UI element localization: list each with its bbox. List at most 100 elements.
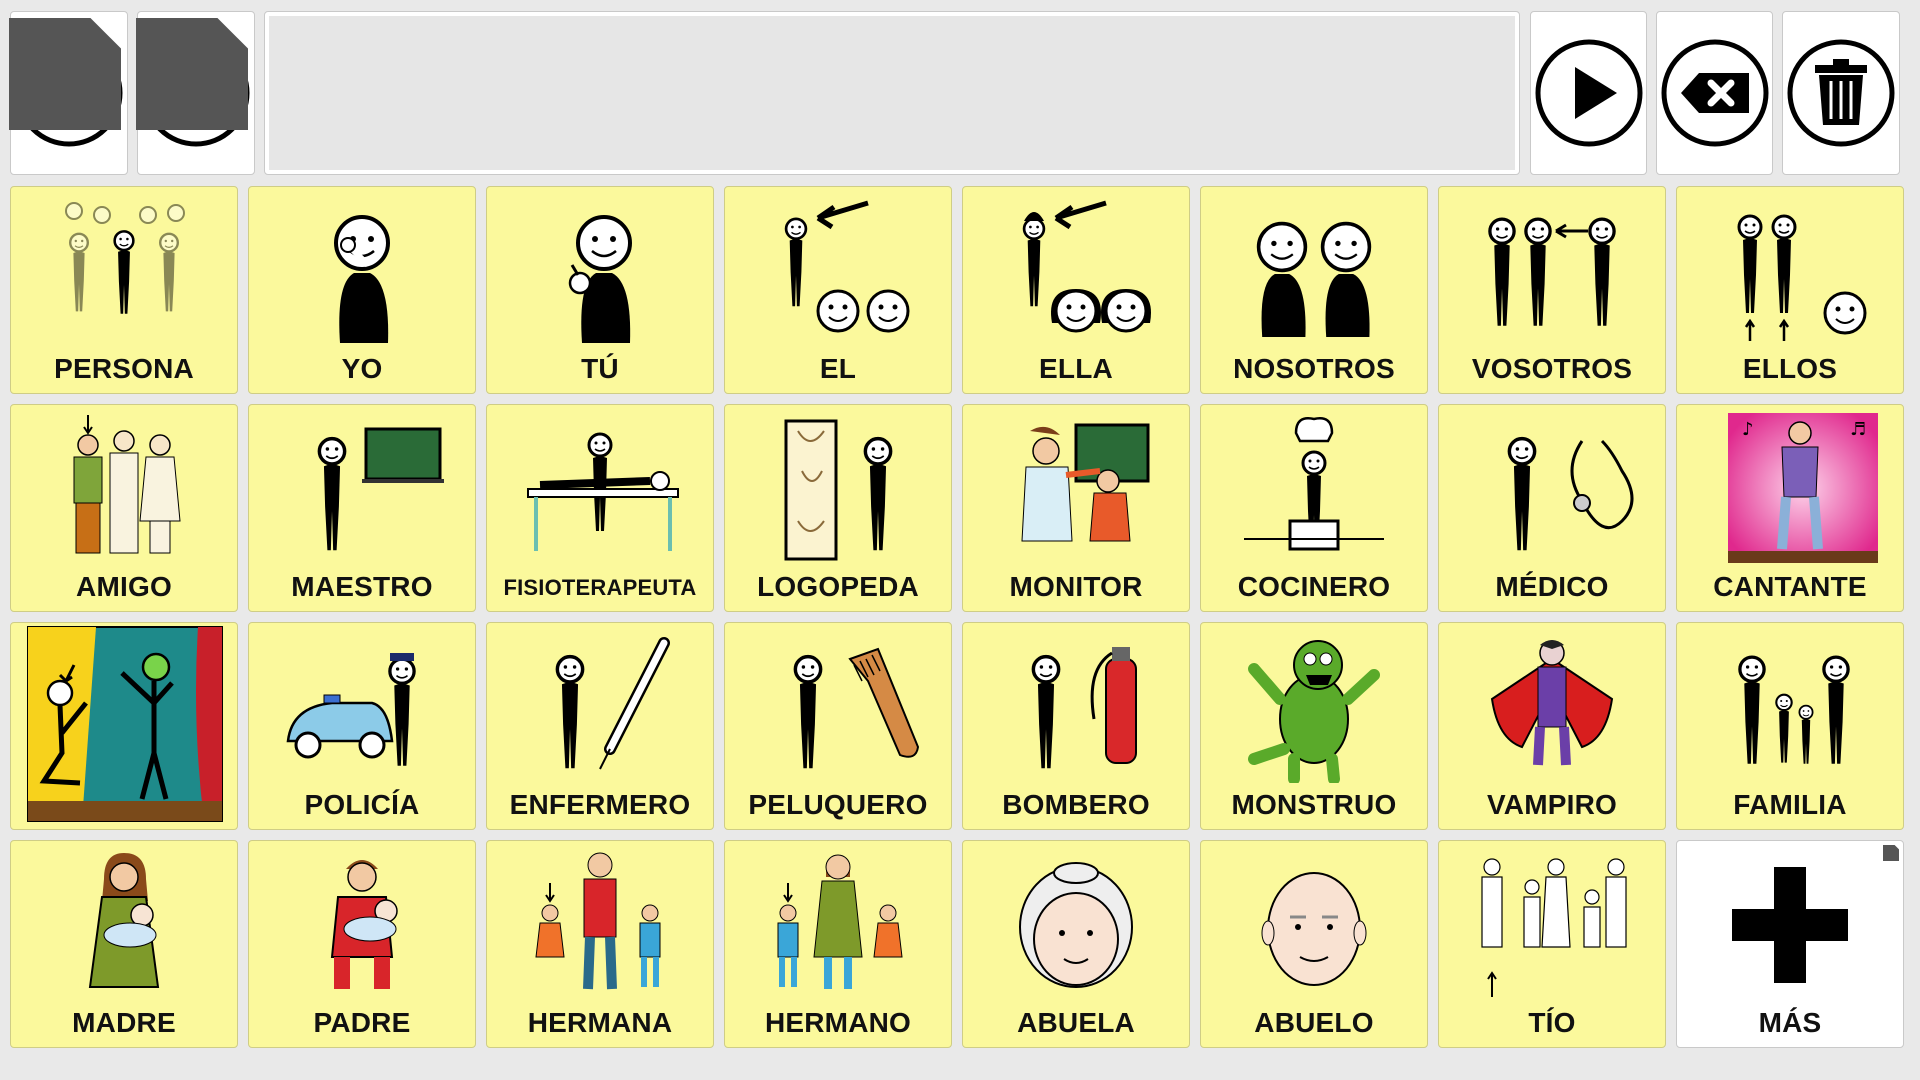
father-icon — [330, 860, 398, 989]
cell-nosotros[interactable]: NOSOTROS — [1200, 186, 1428, 394]
cell-label: MAESTRO — [291, 571, 433, 602]
cell-ella[interactable]: ELLA — [962, 186, 1190, 394]
home-button[interactable] — [9, 11, 128, 175]
cell-label: MADRE — [72, 1007, 176, 1038]
cell-monstruo[interactable]: MONSTRUO — [1200, 622, 1428, 830]
speech-therapist-icon — [784, 419, 893, 561]
cell-ellos[interactable]: ELLOS — [1676, 186, 1904, 394]
cell-peluquero[interactable]: PELUQUERO — [724, 622, 952, 830]
symbol-grid: PERSONA YO TÚ EL ELLA NOSOTROS VOSOTROS … — [10, 186, 1904, 1048]
cell-mas[interactable]: MÁS — [1676, 840, 1904, 1048]
cell-label: VAMPIRO — [1487, 789, 1617, 820]
nurse-icon — [555, 637, 670, 770]
cell-label: AMIGO — [76, 571, 172, 602]
cell-hermana[interactable]: HERMANA — [486, 840, 714, 1048]
cell-label: COCINERO — [1237, 571, 1391, 602]
sentence-bar[interactable] — [264, 11, 1520, 175]
cell-label: HERMANO — [764, 1007, 912, 1038]
cell-abuela[interactable]: ABUELA — [962, 840, 1190, 1048]
cell-actor[interactable] — [10, 622, 238, 830]
grandmother-icon — [1019, 862, 1133, 988]
cell-padre[interactable]: PADRE — [248, 840, 476, 1048]
cell-el[interactable]: EL — [724, 186, 952, 394]
sister-icon — [535, 852, 661, 990]
cell-label: VOSOTROS — [1471, 353, 1633, 384]
cell-label: PADRE — [313, 1007, 411, 1038]
cell-label: FAMILIA — [1733, 789, 1847, 820]
play-button[interactable] — [1530, 11, 1647, 175]
cell-label: PERSONA — [54, 353, 194, 384]
cell-label: MONSTRUO — [1231, 789, 1397, 820]
cell-madre[interactable]: MADRE — [10, 840, 238, 1048]
cell-label: HERMANA — [527, 1007, 673, 1038]
svg-text:♪: ♪ — [1742, 419, 1754, 440]
cell-label: LOGOPEDA — [757, 571, 919, 602]
cell-label: ABUELA — [1017, 1007, 1135, 1038]
cell-policia[interactable]: POLICÍA — [248, 622, 476, 830]
cell-label: CANTANTE — [1713, 571, 1867, 602]
cell-monitor[interactable]: MONITOR — [962, 404, 1190, 612]
cell-label: MÁS — [1758, 1007, 1822, 1038]
backspace-icon — [1661, 39, 1768, 147]
cell-enfermero[interactable]: ENFERMERO — [486, 622, 714, 830]
you-plural-icon — [1488, 217, 1616, 328]
cell-bombero[interactable]: BOMBERO — [962, 622, 1190, 830]
cell-vosotros[interactable]: VOSOTROS — [1438, 186, 1666, 394]
cell-medico[interactable]: MÉDICO — [1438, 404, 1666, 612]
monitor-icon — [1021, 423, 1150, 542]
sentence-text — [269, 16, 1515, 170]
person-pointing-you-icon — [568, 215, 633, 345]
family-icon — [1738, 655, 1850, 766]
cell-cocinero[interactable]: COCINERO — [1200, 404, 1428, 612]
trash-icon — [1787, 39, 1895, 147]
cell-label: NOSOTROS — [1233, 353, 1395, 384]
cell-label: PELUQUERO — [748, 789, 928, 820]
people-group-icon — [65, 202, 185, 316]
svg-text:♬: ♬ — [1850, 419, 1866, 440]
delete-all-button[interactable] — [1782, 11, 1900, 175]
physiotherapist-icon — [527, 432, 679, 551]
cell-abuelo[interactable]: ABUELO — [1200, 840, 1428, 1048]
cell-maestro[interactable]: MAESTRO — [248, 404, 476, 612]
cell-amigo[interactable]: AMIGO — [10, 404, 238, 612]
they-icon — [1737, 214, 1867, 341]
cell-label: TÚ — [581, 353, 619, 384]
cell-label: ABUELO — [1254, 1007, 1374, 1038]
person-pointing-self-icon — [334, 215, 391, 345]
cell-yo[interactable]: YO — [248, 186, 476, 394]
cell-logopeda[interactable]: LOGOPEDA — [724, 404, 952, 612]
he-icon — [784, 200, 910, 333]
cook-icon — [1244, 417, 1384, 551]
cell-label: ELLA — [1039, 353, 1113, 384]
plus-icon — [1732, 867, 1848, 983]
she-icon — [1022, 200, 1151, 333]
firefighter-icon — [1031, 647, 1137, 770]
monster-icon — [1248, 640, 1380, 783]
friends-icon — [73, 415, 181, 554]
cell-label: MÉDICO — [1495, 571, 1609, 602]
vampire-icon — [1490, 640, 1614, 766]
cell-tio[interactable]: TÍO — [1438, 840, 1666, 1048]
actor-stage-icon — [27, 626, 223, 822]
brother-icon — [777, 854, 903, 989]
teacher-icon — [317, 427, 444, 552]
backspace-button[interactable] — [1656, 11, 1773, 175]
cell-persona[interactable]: PERSONA — [10, 186, 238, 394]
play-icon — [1535, 39, 1642, 147]
back-button[interactable] — [136, 11, 255, 175]
folder-corner-icon — [9, 18, 121, 130]
singer-icon: ♪ ♬ — [1728, 413, 1878, 563]
cell-hermano[interactable]: HERMANO — [724, 840, 952, 1048]
cell-vampiro[interactable]: VAMPIRO — [1438, 622, 1666, 830]
doctor-icon — [1507, 436, 1634, 552]
cell-label: YO — [341, 353, 383, 384]
grandfather-icon — [1261, 872, 1367, 986]
cell-label: BOMBERO — [1002, 789, 1150, 820]
cell-tu[interactable]: TÚ — [486, 186, 714, 394]
cell-label: MONITOR — [1009, 571, 1143, 602]
cell-fisioterapeuta[interactable]: FISIOTERAPEUTA — [486, 404, 714, 612]
cell-label: POLICÍA — [304, 789, 420, 820]
mother-icon — [88, 853, 160, 988]
cell-familia[interactable]: FAMILIA — [1676, 622, 1904, 830]
cell-cantante[interactable]: ♪ ♬ CANTANTE — [1676, 404, 1904, 612]
